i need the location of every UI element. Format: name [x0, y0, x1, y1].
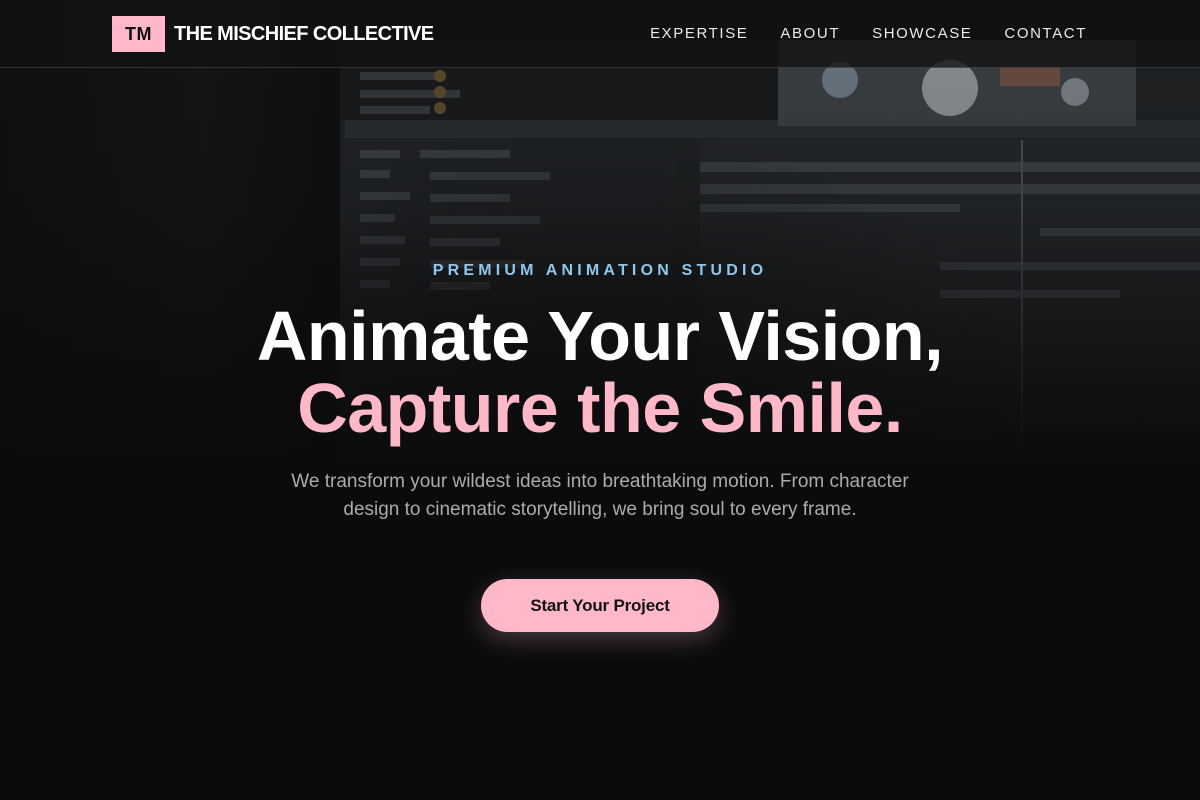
nav-link-expertise[interactable]: EXPERTISE: [650, 24, 748, 44]
logo-mark[interactable]: TM: [112, 16, 165, 52]
headline-line-2: Capture the Smile.: [297, 369, 903, 447]
landing-page: TM THE MISCHIEF COLLECTIVE EXPERTISE ABO…: [0, 0, 1200, 800]
start-project-button[interactable]: Start Your Project: [481, 579, 719, 632]
brand-name[interactable]: THE MISCHIEF COLLECTIVE: [174, 22, 434, 46]
hero-eyebrow: PREMIUM ANIMATION STUDIO: [432, 262, 768, 279]
nav-link-about[interactable]: ABOUT: [780, 24, 840, 44]
hero-subtext: We transform your wildest ideas into bre…: [291, 471, 909, 520]
nav-link-contact[interactable]: CONTACT: [1004, 24, 1087, 44]
headline-line-1: Animate Your Vision,: [256, 297, 944, 375]
hero-headline: Animate Your Vision, Capture the Smile.: [0, 300, 1200, 444]
site-header: TM THE MISCHIEF COLLECTIVE EXPERTISE ABO…: [0, 0, 1200, 68]
main-nav: EXPERTISE ABOUT SHOWCASE CONTACT: [650, 24, 1087, 44]
nav-link-showcase[interactable]: SHOWCASE: [872, 24, 972, 44]
